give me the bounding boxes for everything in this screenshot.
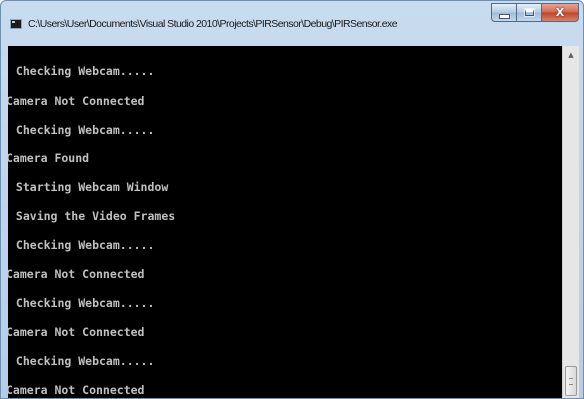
console-line: Checking Webcam..... bbox=[9, 64, 155, 78]
console-line: Camera Not Connected bbox=[8, 94, 145, 108]
console-app-icon[interactable] bbox=[10, 19, 22, 29]
window-title: C:\Users\User\Documents\Visual Studio 20… bbox=[28, 18, 398, 30]
console-line: Camera Not Connected bbox=[8, 383, 145, 397]
maximize-button[interactable] bbox=[517, 3, 542, 22]
scroll-up-arrow-icon[interactable]: ▲ bbox=[565, 48, 577, 62]
minimize-icon bbox=[498, 14, 510, 19]
maximize-icon bbox=[523, 8, 535, 17]
title-bar[interactable]: C:\Users\User\Documents\Visual Studio 20… bbox=[1, 1, 583, 45]
console-output[interactable]: Checking Webcam..... Camera Not Connecte… bbox=[8, 46, 562, 398]
scroll-thumb[interactable] bbox=[565, 366, 577, 396]
minimize-button[interactable] bbox=[491, 3, 517, 22]
console-line: Starting Webcam Window bbox=[9, 180, 169, 194]
console-line: Checking Webcam..... bbox=[9, 296, 155, 310]
console-line: Checking Webcam..... bbox=[9, 123, 155, 137]
console-line: Camera Found bbox=[8, 151, 90, 165]
console-line: Saving the Video Frames bbox=[9, 209, 176, 223]
console-line: Camera Not Connected bbox=[8, 267, 145, 281]
console-line: Camera Not Connected bbox=[8, 325, 145, 339]
console-window: C:\Users\User\Documents\Visual Studio 20… bbox=[0, 0, 584, 399]
console-line: Checking Webcam..... bbox=[9, 238, 155, 252]
caption-buttons: X bbox=[491, 3, 579, 22]
close-icon: X bbox=[555, 6, 565, 19]
close-button[interactable]: X bbox=[542, 3, 579, 22]
vertical-scrollbar[interactable]: ▲ bbox=[562, 46, 579, 398]
console-line: Checking Webcam..... bbox=[9, 354, 155, 368]
